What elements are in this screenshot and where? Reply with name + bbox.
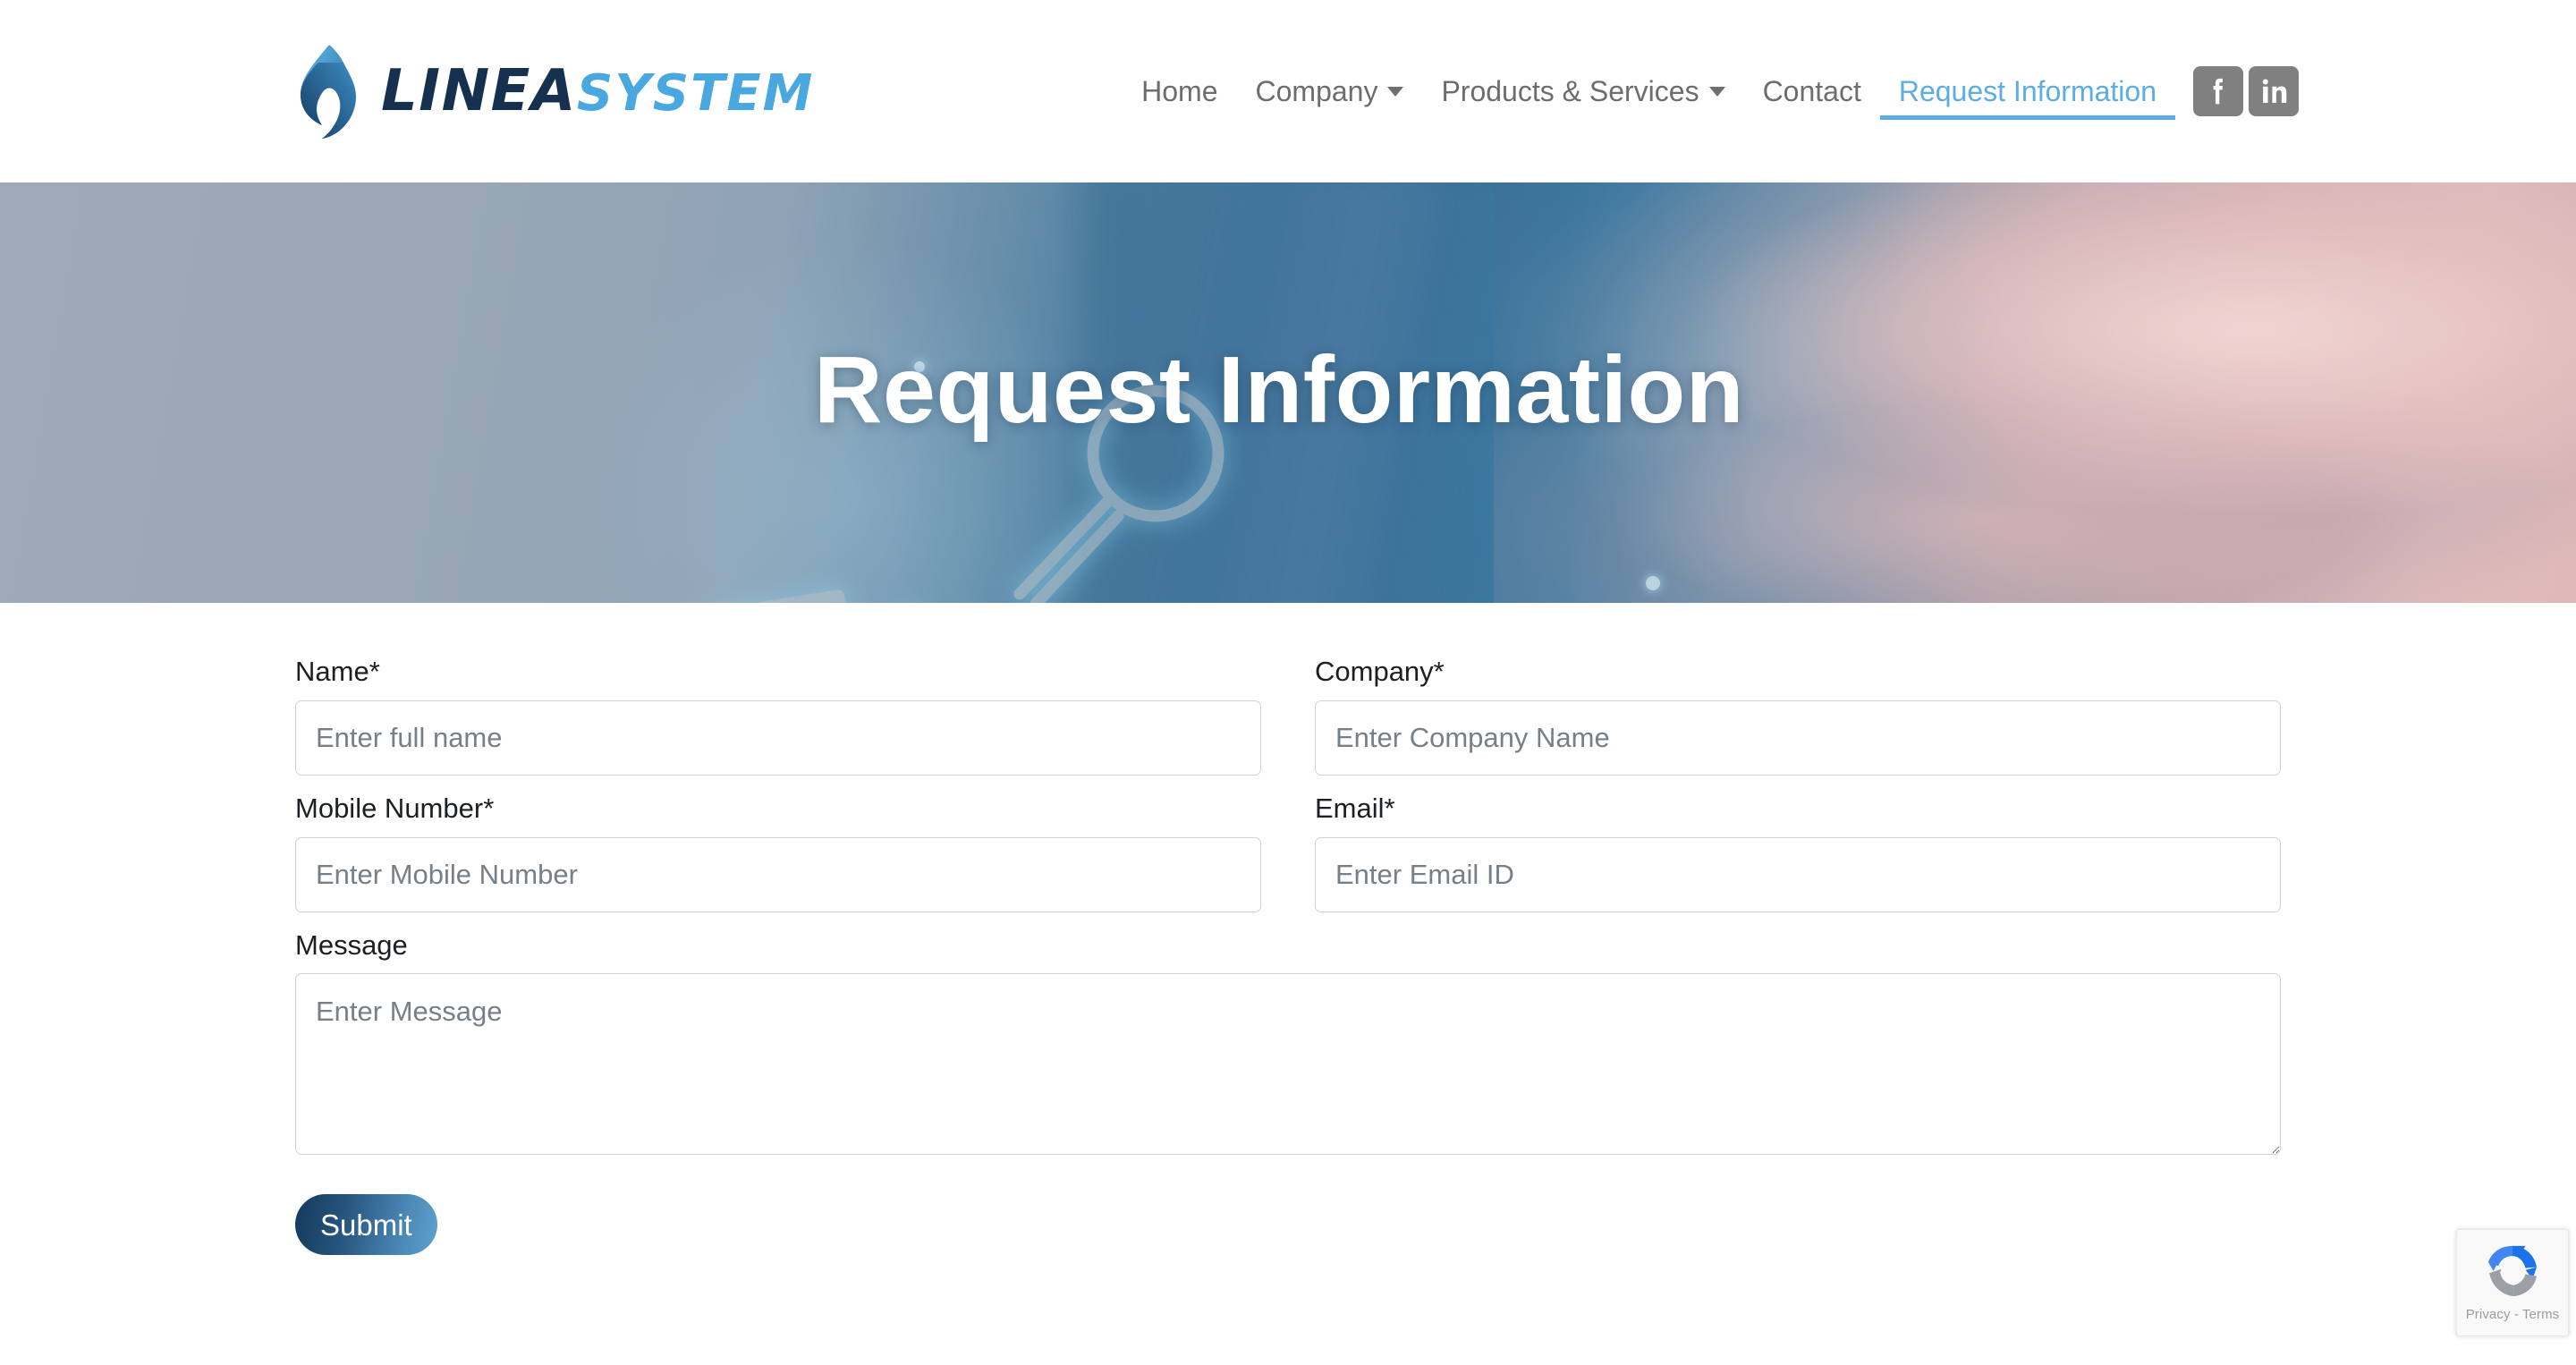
flame-logo-icon — [295, 43, 361, 140]
site-header: LINEASYSTEM Home Company Products & Serv… — [0, 0, 2576, 182]
nav-item-company[interactable]: Company — [1237, 50, 1423, 132]
field-email: Email* — [1315, 792, 2281, 912]
form-actions: Submit — [295, 1194, 2281, 1291]
label-mobile-number: Mobile Number* — [295, 792, 495, 824]
chevron-down-icon — [1708, 86, 1725, 97]
page-title: Request Information — [813, 336, 1745, 443]
nav-item-home[interactable]: Home — [1123, 50, 1236, 132]
label-message: Message — [295, 928, 408, 961]
nav-item-products-services[interactable]: Products & Services — [1422, 50, 1743, 132]
linkedin-link[interactable] — [2249, 66, 2299, 116]
nav-label-products-services: Products & Services — [1441, 74, 1699, 107]
field-name: Name* — [295, 655, 1261, 776]
name-input[interactable] — [295, 699, 1261, 776]
facebook-icon — [2201, 74, 2235, 108]
field-message: Message — [295, 928, 2281, 1156]
logo-word-primary: LINEA — [381, 58, 577, 124]
spark-dot — [1646, 576, 1660, 590]
request-information-form: Name* Company* Mobile Number* — [295, 655, 2281, 1291]
nav-label-request-information: Request Information — [1898, 74, 2157, 107]
company-input[interactable] — [1315, 699, 2281, 776]
field-mobile-number: Mobile Number* — [295, 792, 1261, 912]
form-row-2: Mobile Number* Email* — [295, 792, 2281, 928]
site-logo[interactable]: LINEASYSTEM — [295, 43, 814, 140]
field-company: Company* — [1315, 655, 2281, 776]
form-row-3: Message — [295, 928, 2281, 1172]
recaptcha-badge[interactable]: Privacy - Terms — [2456, 1229, 2569, 1336]
recaptcha-privacy-terms[interactable]: Privacy - Terms — [2466, 1307, 2560, 1322]
star-card-icon — [655, 574, 885, 603]
nav-label-company: Company — [1255, 74, 1378, 107]
submit-button[interactable]: Submit — [295, 1194, 437, 1256]
nav-item-contact[interactable]: Contact — [1744, 50, 1880, 132]
label-email: Email* — [1315, 792, 1395, 824]
mobile-number-input[interactable] — [295, 836, 1261, 912]
main-navigation: Home Company Products & Services Contact… — [1123, 50, 2299, 132]
recaptcha-icon — [2480, 1239, 2545, 1303]
nav-label-contact: Contact — [1762, 74, 1861, 107]
hero-banner: Request Information — [0, 182, 2576, 603]
form-row-1: Name* Company* — [295, 655, 2281, 792]
logo-wordmark: LINEASYSTEM — [381, 63, 814, 120]
chevron-down-icon — [1387, 86, 1404, 97]
linkedin-icon — [2257, 74, 2291, 108]
nav-label-home: Home — [1141, 74, 1218, 107]
email-input[interactable] — [1315, 836, 2281, 912]
social-links — [2193, 66, 2299, 116]
logo-word-secondary: SYSTEM — [576, 64, 815, 123]
facebook-link[interactable] — [2193, 66, 2243, 116]
message-textarea[interactable] — [295, 973, 2281, 1156]
request-information-form-section: Name* Company* Mobile Number* — [0, 603, 2576, 1292]
nav-item-request-information[interactable]: Request Information — [1879, 50, 2176, 132]
label-company: Company* — [1315, 656, 1445, 687]
label-name: Name* — [295, 656, 380, 687]
